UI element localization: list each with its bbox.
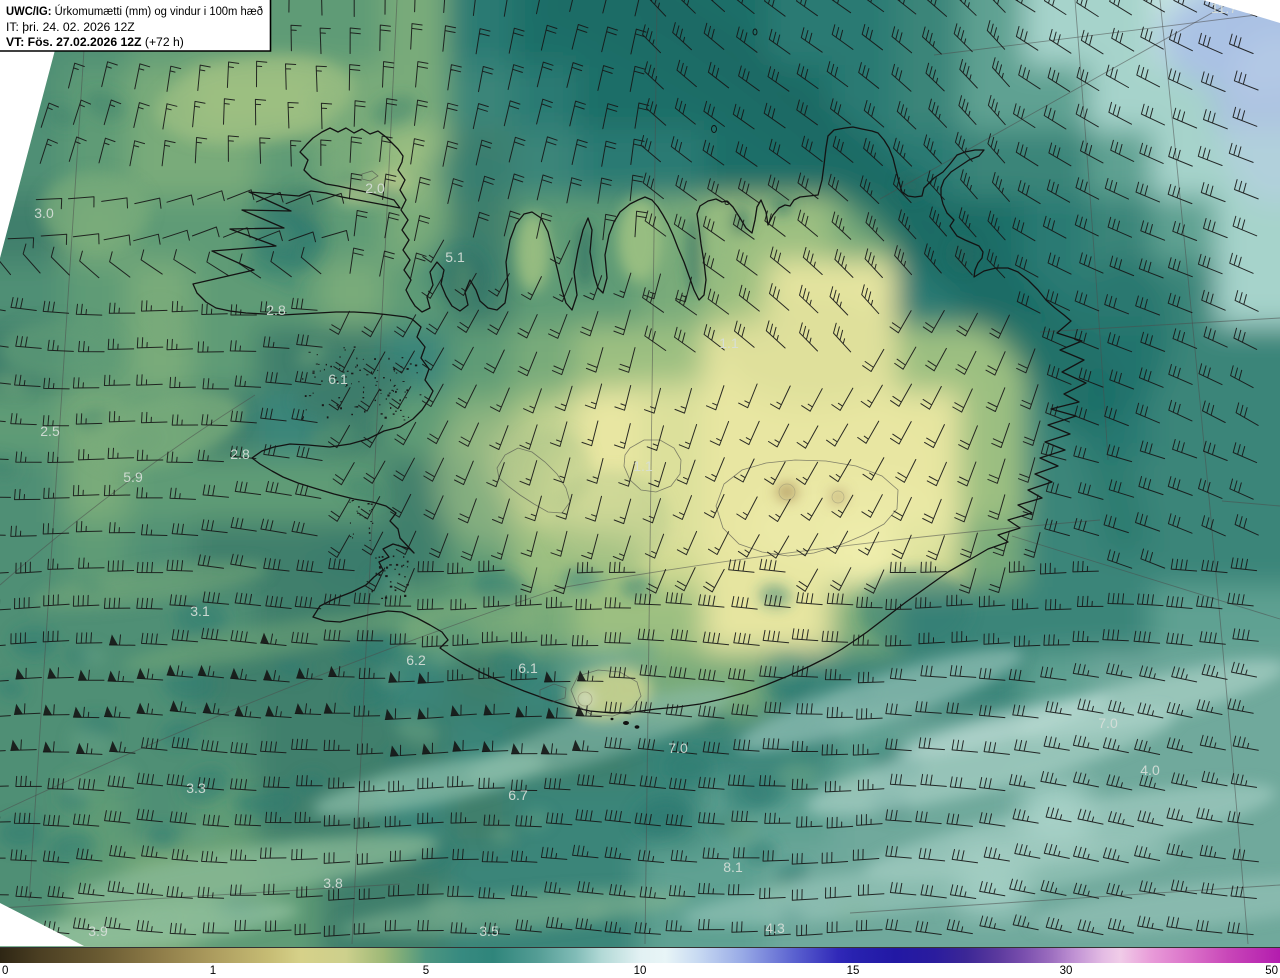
svg-text:3.3: 3.3 [186, 780, 206, 796]
svg-text:7.0: 7.0 [668, 740, 688, 756]
svg-text:6.2: 6.2 [406, 652, 426, 668]
svg-text:8.1: 8.1 [723, 859, 743, 875]
svg-text:UWC/IG: Úrkomumætti (mm) og vi: UWC/IG: Úrkomumætti (mm) og vindur i 100… [6, 3, 263, 18]
svg-text:2.0: 2.0 [365, 180, 385, 196]
svg-text:5: 5 [423, 965, 429, 977]
svg-text:2.8: 2.8 [230, 446, 250, 462]
svg-text:VT: Fös. 27.02.2026 12Z (+72 h: VT: Fös. 27.02.2026 12Z (+72 h) [6, 35, 184, 49]
svg-text:6.1: 6.1 [518, 660, 538, 676]
svg-text:2.8: 2.8 [266, 302, 286, 318]
svg-text:6.7: 6.7 [508, 787, 528, 803]
svg-text:4.0: 4.0 [1140, 762, 1160, 778]
svg-text:6.1: 6.1 [328, 371, 348, 387]
svg-text:1: 1 [210, 965, 216, 977]
svg-text:10: 10 [634, 965, 647, 977]
svg-text:15: 15 [847, 965, 860, 977]
svg-text:3.5: 3.5 [479, 923, 499, 939]
svg-text:50: 50 [1265, 965, 1278, 977]
svg-text:3.9: 3.9 [88, 923, 108, 939]
svg-text:2.5: 2.5 [40, 423, 60, 439]
svg-text:5.1: 5.1 [445, 249, 465, 265]
svg-text:1.1: 1.1 [719, 335, 739, 351]
svg-text:3.8: 3.8 [323, 875, 343, 891]
svg-text:7.0: 7.0 [1098, 715, 1118, 731]
svg-text:4.3: 4.3 [765, 920, 785, 936]
svg-text:5.9: 5.9 [123, 469, 143, 485]
svg-text:30: 30 [1060, 965, 1073, 977]
svg-text:1.1: 1.1 [633, 458, 653, 474]
svg-text:3.1: 3.1 [190, 603, 210, 619]
svg-text:0: 0 [2, 965, 8, 977]
svg-text:3.0: 3.0 [34, 205, 54, 221]
svg-text:IT: þri. 24. 02. 2026 12Z: IT: þri. 24. 02. 2026 12Z [6, 20, 135, 34]
